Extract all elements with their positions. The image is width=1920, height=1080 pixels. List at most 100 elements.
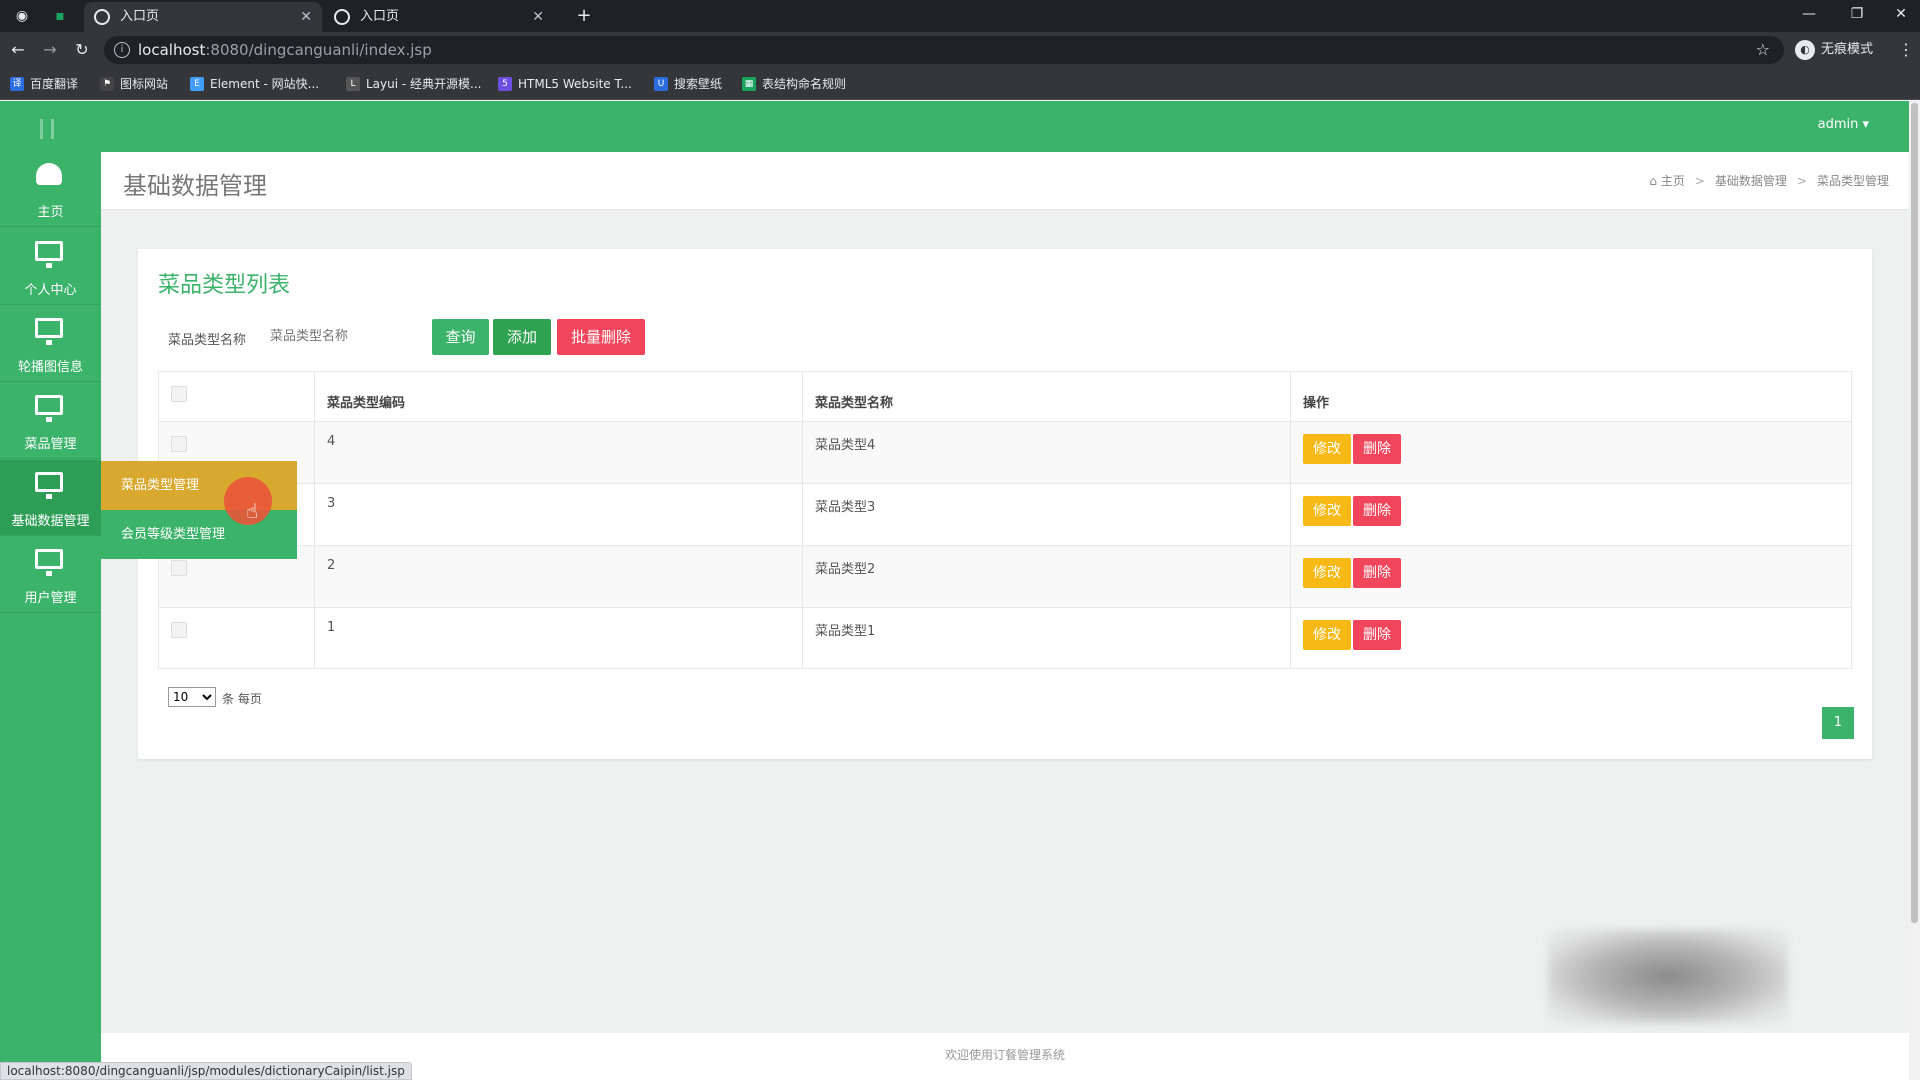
sidebar-item-dishes[interactable]: 菜品管理 <box>0 383 101 459</box>
name-cell: 菜品类型2 <box>803 546 1291 607</box>
code-cell: 1 <box>315 608 803 669</box>
sidebar-item-label: 轮播图信息 <box>17 360 83 375</box>
status-bar-url: localhost:8080/dingcanguanli/jsp/modules… <box>0 1062 412 1080</box>
bookmark-item[interactable]: ▦ 表结构命名规则 <box>742 75 846 93</box>
query-button[interactable]: 查询 <box>432 319 489 355</box>
window-close-icon[interactable]: ✕ <box>1878 0 1920 30</box>
tab-title: 入口页 <box>120 9 160 24</box>
html5-icon: 5 <box>498 77 512 91</box>
code-cell: 3 <box>315 484 803 545</box>
restore-icon[interactable]: ❐ <box>1834 0 1880 30</box>
sidebar-item-profile[interactable]: 个人中心 <box>0 229 101 305</box>
checkbox-cell <box>159 608 315 669</box>
scrollbar-thumb[interactable] <box>1911 103 1918 923</box>
bookmarks-bar: 译百度翻译 ⚑ 图标网站 E Element - 网站快... L Layui - 经… <box>0 68 1920 100</box>
delete-button[interactable]: 删除 <box>1353 496 1401 526</box>
breadcrumb-section[interactable]: 基础数据管理 <box>1715 174 1787 188</box>
edit-button[interactable]: 修改 <box>1303 620 1351 650</box>
close-icon[interactable]: ✕ <box>532 2 544 32</box>
bookmark-item[interactable]: U 搜索壁纸 <box>654 75 722 93</box>
add-button[interactable]: 添加 <box>493 319 551 355</box>
bookmark-item[interactable]: 译百度翻译 <box>10 75 78 93</box>
monitor-icon <box>35 472 63 499</box>
page-header: 基础数据管理 ⌂ 主页 > 基础数据管理 > 菜品类型管理 <box>101 152 1909 210</box>
bookmark-label: 图标网站 <box>120 77 169 91</box>
actions-cell: 修改 删除 <box>1291 608 1851 669</box>
delete-button[interactable]: 删除 <box>1353 558 1401 588</box>
app-root: 主页 个人中心 轮播图信息 菜品管理 基础数据管理 用户管理 admin ▾ 基… <box>0 101 1920 1080</box>
browser-menu-icon[interactable]: ◉ <box>12 6 32 26</box>
code-cell: 4 <box>315 422 803 483</box>
tab-title: 入口页 <box>360 9 400 24</box>
row-checkbox[interactable] <box>171 560 187 576</box>
batch-delete-button[interactable]: 批量删除 <box>557 319 645 355</box>
table-row: 1 菜品类型1 修改 删除 <box>159 608 1851 669</box>
element-icon: E <box>190 77 204 91</box>
bookmark-label: Layui - 经典开源模... <box>366 77 482 91</box>
monitor-icon <box>35 395 63 422</box>
sidebar-item-label: 主页 <box>37 205 64 220</box>
edit-button[interactable]: 修改 <box>1303 558 1351 588</box>
globe-icon <box>94 9 110 25</box>
sidebar-item-label: 用户管理 <box>24 591 77 606</box>
row-checkbox[interactable] <box>171 436 187 452</box>
bookmark-item[interactable]: L Layui - 经典开源模... <box>346 75 481 93</box>
sidebar: 主页 个人中心 轮播图信息 菜品管理 基础数据管理 用户管理 <box>0 101 101 1080</box>
new-tab-button[interactable]: + <box>574 6 594 26</box>
bookmark-item[interactable]: ⚑ 图标网站 <box>100 75 168 93</box>
top-bar: admin ▾ <box>101 101 1909 152</box>
edit-button[interactable]: 修改 <box>1303 434 1351 464</box>
more-menu-icon[interactable]: ⋮ <box>1898 40 1914 59</box>
table-row: 4 菜品类型4 修改 删除 <box>159 422 1851 484</box>
bookmark-label: 搜索壁纸 <box>674 77 723 91</box>
breadcrumb-home[interactable]: 主页 <box>1661 174 1685 188</box>
header-checkbox-cell <box>159 372 315 421</box>
select-all-checkbox[interactable] <box>171 386 187 402</box>
scrollbar[interactable] <box>1909 101 1920 1080</box>
sidebar-item-base-data[interactable]: 基础数据管理 <box>0 460 101 536</box>
back-icon[interactable]: ← <box>8 40 28 60</box>
sidebar-item-home[interactable]: 主页 <box>0 151 101 227</box>
sheet-favicon-icon[interactable]: ▪ <box>50 6 70 26</box>
info-icon[interactable]: i <box>114 42 130 58</box>
delete-button[interactable]: 删除 <box>1353 434 1401 464</box>
forward-icon[interactable]: → <box>40 40 60 60</box>
star-icon[interactable]: ☆ <box>1756 36 1770 64</box>
sheet-icon: ▦ <box>742 77 756 91</box>
hand-cursor-icon: ☝ <box>246 499 259 523</box>
page-button-current[interactable]: 1 <box>1822 707 1854 739</box>
code-cell: 2 <box>315 546 803 607</box>
name-cell: 菜品类型3 <box>803 484 1291 545</box>
url-host: localhost <box>138 41 206 59</box>
address-bar[interactable]: i localhost:8080/dingcanguanli/index.jsp… <box>104 36 1784 64</box>
edit-button[interactable]: 修改 <box>1303 496 1351 526</box>
search-input[interactable] <box>264 321 424 351</box>
minimize-icon[interactable]: — <box>1786 0 1832 30</box>
browser-tab-2[interactable]: 入口页 ✕ <box>324 2 554 32</box>
delete-button[interactable]: 删除 <box>1353 620 1401 650</box>
flag-icon: ⚑ <box>100 77 114 91</box>
admin-dropdown[interactable]: admin ▾ <box>1818 117 1869 132</box>
page-size-label: 条 每页 <box>222 692 262 706</box>
reload-icon[interactable]: ↻ <box>72 40 92 60</box>
data-table: 菜品类型编码 菜品类型名称 操作 4 菜品类型4 修改 删除 3 菜品类型3 修… <box>158 371 1852 669</box>
submenu-item-member-level[interactable]: 会员等级类型管理 <box>101 510 297 559</box>
page-size-select[interactable]: 10 <box>168 687 216 707</box>
browser-toolbar: ← → ↻ i localhost:8080/dingcanguanli/ind… <box>0 32 1920 68</box>
breadcrumb-current: 菜品类型管理 <box>1816 174 1889 188</box>
bookmark-item[interactable]: 5 HTML5 Website T... <box>498 75 632 93</box>
browser-tab-1[interactable]: 入口页 ✕ <box>84 2 322 32</box>
monitor-icon <box>35 318 63 345</box>
column-header: 菜品类型编码 <box>315 372 803 421</box>
browser-tab-bar: ◉ ▪ 入口页 ✕ 入口页 ✕ + — ❐ ✕ <box>0 0 1920 32</box>
close-icon[interactable]: ✕ <box>300 2 312 32</box>
logo-icon <box>40 119 54 139</box>
sidebar-item-users[interactable]: 用户管理 <box>0 537 101 613</box>
sidebar-item-carousel[interactable]: 轮播图信息 <box>0 306 101 382</box>
incognito-indicator[interactable]: ◐ 无痕模式 <box>1795 40 1873 60</box>
globe-icon <box>334 9 350 25</box>
row-checkbox[interactable] <box>171 622 187 638</box>
bookmark-item[interactable]: E Element - 网站快... <box>190 75 319 93</box>
bookmark-label: 表结构命名规则 <box>762 77 847 91</box>
list-panel: 菜品类型列表 菜品类型名称 查询 添加 批量删除 菜品类型编码 菜品类型名称 操… <box>138 249 1872 759</box>
